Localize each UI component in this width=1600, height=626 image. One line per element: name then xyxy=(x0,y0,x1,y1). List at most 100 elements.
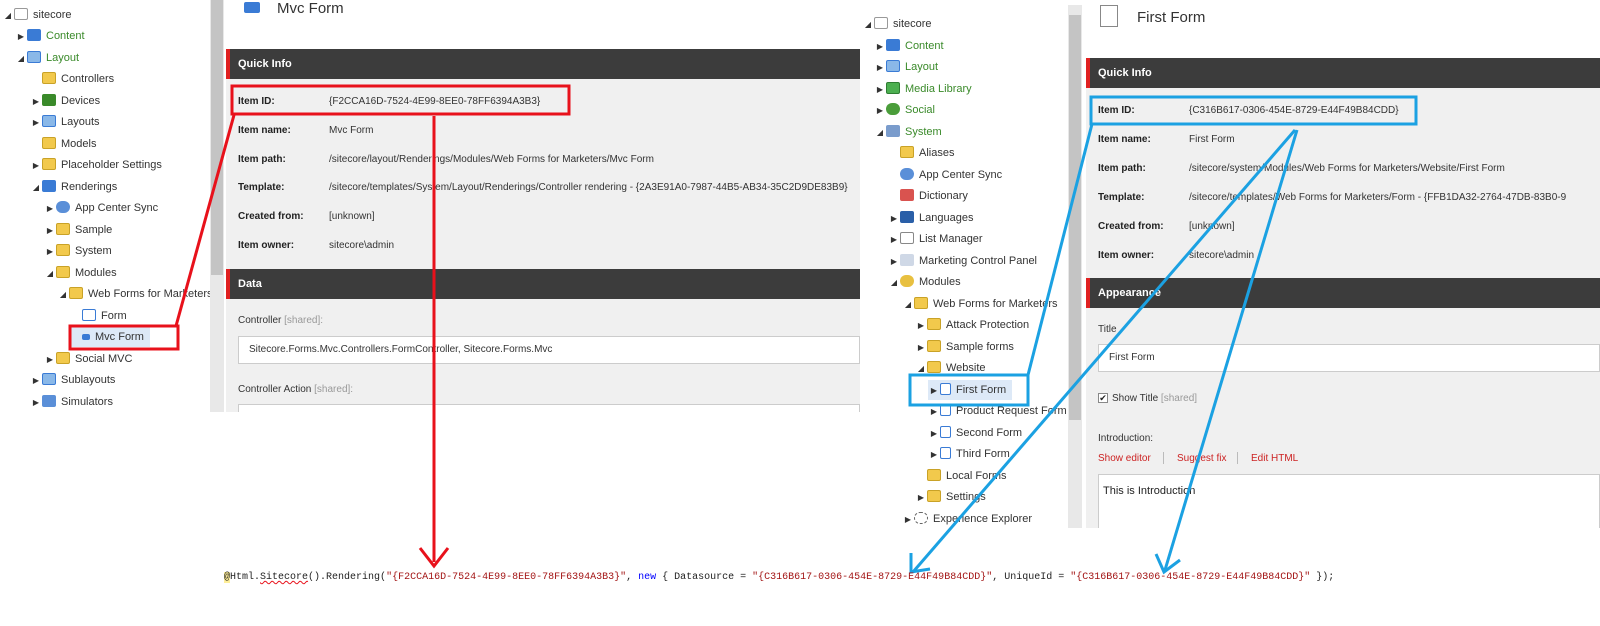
expanded-arrow-icon[interactable]: ◢ xyxy=(57,285,69,305)
tree-node-website[interactable]: ◢ Website xyxy=(915,358,986,378)
expanded-arrow-icon[interactable]: ◢ xyxy=(862,15,874,35)
tree-node-list-manager[interactable]: ▶ List Manager xyxy=(888,229,983,249)
appearance-section-header[interactable]: Appearance xyxy=(1086,278,1600,308)
expanded-arrow-icon[interactable]: ◢ xyxy=(902,295,914,315)
collapsed-arrow-icon[interactable]: ▶ xyxy=(44,199,56,219)
tree-node-sitecore[interactable]: ◢ sitecore xyxy=(862,14,932,34)
tree-node-sample[interactable]: ▶ Sample xyxy=(44,220,112,240)
edit-html-link[interactable]: Edit HTML xyxy=(1251,453,1298,464)
collapsed-arrow-icon[interactable]: ▶ xyxy=(874,101,886,121)
tree-node-layout[interactable]: ▶ Layout xyxy=(874,57,938,77)
collapsed-arrow-icon[interactable]: ▶ xyxy=(15,27,27,47)
title-input[interactable]: First Form xyxy=(1098,344,1600,372)
tree-node-controllers[interactable]: Controllers xyxy=(30,69,114,89)
tree-node-modules[interactable]: ◢ Modules xyxy=(888,272,961,292)
tree-node-modules[interactable]: ◢ Modules xyxy=(44,263,117,283)
field-value-item-path[interactable]: /sitecore/system/Modules/Web Forms for M… xyxy=(1189,163,1505,174)
collapsed-arrow-icon[interactable]: ▶ xyxy=(30,113,42,133)
tree-node-languages[interactable]: ▶ Languages xyxy=(888,208,973,228)
collapsed-arrow-icon[interactable]: ▶ xyxy=(928,402,940,422)
tree-node-content[interactable]: ▶ Content xyxy=(874,36,944,56)
tree-node-app-center-sync[interactable]: App Center Sync xyxy=(888,165,1002,185)
expanded-arrow-icon[interactable]: ◢ xyxy=(2,6,14,26)
tree-node-web-forms-for-marketers[interactable]: ◢ Web Forms for Marketers xyxy=(57,284,213,304)
collapsed-arrow-icon[interactable]: ▶ xyxy=(874,37,886,57)
collapsed-arrow-icon[interactable]: ▶ xyxy=(30,156,42,176)
tree-node-first-form[interactable]: ▶ First Form xyxy=(928,380,1013,400)
field-value-template[interactable]: /sitecore/templates/Web Forms for Market… xyxy=(1189,192,1600,203)
collapsed-arrow-icon[interactable]: ▶ xyxy=(902,510,914,530)
introduction-rich-text[interactable]: This is Introduction xyxy=(1098,474,1600,528)
tree-node-system[interactable]: ▶ System xyxy=(44,241,112,261)
collapsed-arrow-icon[interactable]: ▶ xyxy=(888,209,900,229)
collapsed-arrow-icon[interactable]: ▶ xyxy=(30,371,42,391)
tree-node-aliases[interactable]: Aliases xyxy=(888,143,954,163)
quick-info-header[interactable]: Quick Info xyxy=(226,49,860,79)
tree-node-dictionary[interactable]: Dictionary xyxy=(888,186,968,206)
tree-node-simulators[interactable]: ▶ Simulators xyxy=(30,392,113,412)
left-tree-scrollbar[interactable] xyxy=(210,0,224,412)
tree-node-social[interactable]: ▶ Social xyxy=(874,100,935,120)
expanded-arrow-icon[interactable]: ◢ xyxy=(888,273,900,293)
tree-node-media-library[interactable]: ▶ Media Library xyxy=(874,79,972,99)
data-section-header[interactable]: Data xyxy=(226,269,860,299)
field-value-template[interactable]: /sitecore/templates/System/Layout/Render… xyxy=(329,182,860,193)
tree-node-devices[interactable]: ▶ Devices xyxy=(30,91,100,111)
field-value-created-from[interactable]: [unknown] xyxy=(329,211,375,222)
field-value-item-owner[interactable]: sitecore\admin xyxy=(329,240,394,251)
tree-node-form[interactable]: Form xyxy=(70,306,127,326)
collapsed-arrow-icon[interactable]: ▶ xyxy=(874,80,886,100)
tree-node-attack-protection[interactable]: ▶ Attack Protection xyxy=(915,315,1029,335)
collapsed-arrow-icon[interactable]: ▶ xyxy=(928,424,940,444)
tree-node-layouts[interactable]: ▶ Layouts xyxy=(30,112,100,132)
tree-node-second-form[interactable]: ▶ Second Form xyxy=(928,423,1022,443)
tree-node-models[interactable]: Models xyxy=(30,134,96,154)
collapsed-arrow-icon[interactable]: ▶ xyxy=(888,252,900,272)
tree-node-third-form[interactable]: ▶ Third Form xyxy=(928,444,1010,464)
tree-node-sample-forms[interactable]: ▶ Sample forms xyxy=(915,337,1014,357)
tree-node-marketing-control-panel[interactable]: ▶ Marketing Control Panel xyxy=(888,251,1037,271)
tree-node-experience-explorer[interactable]: ▶ Experience Explorer xyxy=(902,509,1032,529)
field-value-item-owner[interactable]: sitecore\admin xyxy=(1189,250,1254,261)
tree-node-mvc-form[interactable]: Mvc Form xyxy=(70,327,150,347)
tree-node-placeholder-settings[interactable]: ▶ Placeholder Settings xyxy=(30,155,162,175)
tree-node-renderings[interactable]: ◢ Renderings xyxy=(30,177,117,197)
field-value-item-id[interactable]: {C316B617-0306-454E-8729-E44F49B84CDD} xyxy=(1189,105,1399,116)
tree-node-settings[interactable]: ▶ Settings xyxy=(915,487,986,507)
expanded-arrow-icon[interactable]: ◢ xyxy=(915,359,927,379)
suggest-fix-link[interactable]: Suggest fix xyxy=(1177,453,1226,464)
tree-node-content[interactable]: ▶ Content xyxy=(15,26,85,46)
collapsed-arrow-icon[interactable]: ▶ xyxy=(44,350,56,370)
tree-node-web-forms-for-marketers[interactable]: ◢ Web Forms for Marketers xyxy=(902,294,1058,314)
controller-input[interactable]: Sitecore.Forms.Mvc.Controllers.FormContr… xyxy=(238,336,860,364)
expanded-arrow-icon[interactable]: ◢ xyxy=(874,123,886,143)
show-editor-link[interactable]: Show editor xyxy=(1098,453,1151,464)
field-value-created-from[interactable]: [unknown] xyxy=(1189,221,1235,232)
collapsed-arrow-icon[interactable]: ▶ xyxy=(30,393,42,413)
expanded-arrow-icon[interactable]: ◢ xyxy=(30,178,42,198)
tree-node-product-request-form[interactable]: ▶ Product Request Form xyxy=(928,401,1067,421)
tree-node-app-center-sync[interactable]: ▶ App Center Sync xyxy=(44,198,158,218)
tree-node-social-mvc[interactable]: ▶ Social MVC xyxy=(44,349,132,369)
tree-node-layout[interactable]: ◢ Layout xyxy=(15,48,79,68)
collapsed-arrow-icon[interactable]: ▶ xyxy=(915,316,927,336)
collapsed-arrow-icon[interactable]: ▶ xyxy=(888,230,900,250)
field-value-item-path[interactable]: /sitecore/layout/Renderings/Modules/Web … xyxy=(329,154,654,165)
collapsed-arrow-icon[interactable]: ▶ xyxy=(30,92,42,112)
expanded-arrow-icon[interactable]: ◢ xyxy=(15,49,27,69)
collapsed-arrow-icon[interactable]: ▶ xyxy=(44,242,56,262)
field-value-item-name[interactable]: First Form xyxy=(1189,134,1235,145)
collapsed-arrow-icon[interactable]: ▶ xyxy=(928,445,940,465)
field-value-item-name[interactable]: Mvc Form xyxy=(329,125,373,136)
tree-node-sitecore[interactable]: ◢ sitecore xyxy=(2,5,72,25)
collapsed-arrow-icon[interactable]: ▶ xyxy=(44,221,56,241)
collapsed-arrow-icon[interactable]: ▶ xyxy=(874,58,886,78)
tree-node-sublayouts[interactable]: ▶ Sublayouts xyxy=(30,370,115,390)
collapsed-arrow-icon[interactable]: ▶ xyxy=(915,338,927,358)
tree-node-system[interactable]: ◢ System xyxy=(874,122,942,142)
quick-info-header[interactable]: Quick Info xyxy=(1086,58,1600,88)
controller-action-input[interactable] xyxy=(238,404,860,412)
expanded-arrow-icon[interactable]: ◢ xyxy=(44,264,56,284)
field-value-item-id[interactable]: {F2CCA16D-7524-4E99-8EE0-78FF6394A3B3} xyxy=(329,96,540,107)
right-tree-scrollbar[interactable] xyxy=(1068,5,1082,528)
